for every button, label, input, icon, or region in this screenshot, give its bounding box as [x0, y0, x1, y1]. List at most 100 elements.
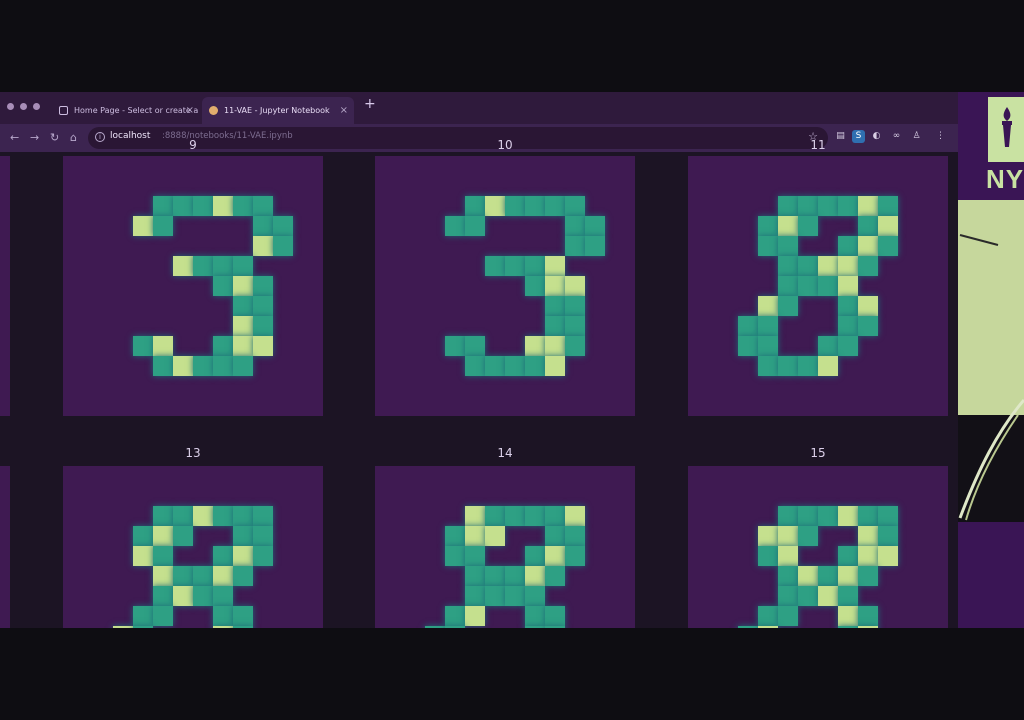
digit-pixel: [213, 626, 233, 628]
digit-pixel: [525, 566, 545, 586]
digit-pixel: [445, 216, 465, 236]
image-title: 11: [810, 138, 826, 152]
tab-vae-notebook[interactable]: 11-VAE - Jupyter Notebook ×: [202, 97, 354, 124]
digit-pixel: [545, 196, 565, 216]
digit-pixel: [445, 336, 465, 356]
digit-pixel: [778, 506, 798, 526]
digit-pixel: [545, 276, 565, 296]
jupyter-icon: [209, 106, 218, 115]
digit-pixel: [778, 526, 798, 546]
digit-pixel: [465, 606, 485, 626]
image-title: 10: [497, 138, 513, 152]
speaker-silhouette: [958, 234, 1024, 522]
digit-pixel: [798, 256, 818, 276]
digit-pixel: [173, 586, 193, 606]
digit-pixel: [213, 566, 233, 586]
digit-pixel: [153, 546, 173, 566]
digit-pixel: [173, 196, 193, 216]
digit-pixel: [213, 586, 233, 606]
digit-pixel: [838, 196, 858, 216]
digit-pixel: [173, 256, 193, 276]
digit-pixel: [858, 506, 878, 526]
digit-pixel: [525, 336, 545, 356]
digit-pixel: [565, 236, 585, 256]
digit-pixel: [525, 196, 545, 216]
close-tab-icon[interactable]: ×: [340, 97, 348, 124]
digit-pixel: [153, 606, 173, 626]
digit-pixel: [778, 356, 798, 376]
digit-pixel: [233, 256, 253, 276]
digit-pixel: [213, 256, 233, 276]
digit-pixel: [445, 606, 465, 626]
reload-icon[interactable]: ↻: [50, 131, 59, 145]
digit-pixel: [525, 356, 545, 376]
digit-pixel: [193, 256, 213, 276]
digit-pixel: [778, 566, 798, 586]
digit-pixel: [565, 506, 585, 526]
digit-pixel: [193, 566, 213, 586]
back-icon[interactable]: ←: [10, 131, 19, 145]
tab-bar: Home Page - Select or create a × 11-VAE …: [0, 92, 958, 124]
digit-pixel: [858, 546, 878, 566]
digit-pixel: [193, 586, 213, 606]
digit-pixel: [253, 546, 273, 566]
window-minimize-button[interactable]: [20, 103, 27, 110]
digit-pixel: [153, 356, 173, 376]
digit-pixel: [133, 336, 153, 356]
digit-pixel: [818, 506, 838, 526]
digit-pixel: [758, 336, 778, 356]
forward-icon[interactable]: →: [30, 131, 39, 145]
tab-home-page[interactable]: Home Page - Select or create a ×: [52, 97, 200, 124]
digit-pixel: [758, 216, 778, 236]
partial-image-left: [0, 156, 10, 416]
close-tab-icon[interactable]: ×: [186, 97, 194, 124]
speaker-video-pane: NY: [958, 92, 1024, 628]
digit-pixel: [153, 216, 173, 236]
digit-pixel: [253, 526, 273, 546]
digit-pixel: [838, 256, 858, 276]
digit-pixel: [133, 216, 153, 236]
digit-pixel: [525, 256, 545, 276]
digit-pixel: [738, 336, 758, 356]
digit-pixel: [273, 236, 293, 256]
image-title: 9: [189, 138, 197, 152]
digit-pixel: [253, 276, 273, 296]
letterbox-bottom: [0, 628, 1024, 720]
digit-pixel: [525, 586, 545, 606]
digit-pixel: [525, 276, 545, 296]
digit-pixel: [545, 566, 565, 586]
digit-pixel: [798, 196, 818, 216]
digit-pixel: [878, 236, 898, 256]
digit-pixel: [253, 196, 273, 216]
digit-pixel: [758, 316, 778, 336]
digit-pixel: [213, 336, 233, 356]
digit-pixel: [113, 626, 133, 628]
digit-pixel: [878, 526, 898, 546]
nyu-logo: [988, 97, 1024, 162]
digit-pixel: [133, 526, 153, 546]
digit-pixel: [838, 606, 858, 626]
digit-pixel: [133, 546, 153, 566]
window-close-button[interactable]: [7, 103, 14, 110]
torch-icon: [1002, 107, 1012, 147]
nyu-logo-text: NY: [986, 164, 1024, 194]
tab-title: Home Page - Select or create a: [74, 106, 199, 115]
new-tab-button[interactable]: +: [364, 96, 376, 112]
digit-pixel: [173, 526, 193, 546]
digit-pixel: [545, 316, 565, 336]
image-title: 15: [810, 446, 826, 460]
digit-pixel: [818, 276, 838, 296]
digit-pixel: [173, 506, 193, 526]
browser-window: Home Page - Select or create a × 11-VAE …: [0, 92, 958, 628]
digit-pixel: [173, 566, 193, 586]
digit-pixel: [778, 236, 798, 256]
digit-pixel: [758, 626, 778, 628]
digit-pixel: [858, 566, 878, 586]
digit-pixel: [505, 586, 525, 606]
window-maximize-button[interactable]: [33, 103, 40, 110]
digit-pixel: [505, 356, 525, 376]
digit-pixel: [545, 546, 565, 566]
digit-pixel: [758, 356, 778, 376]
digit-pixel: [425, 626, 445, 628]
digit-pixel: [505, 256, 525, 276]
